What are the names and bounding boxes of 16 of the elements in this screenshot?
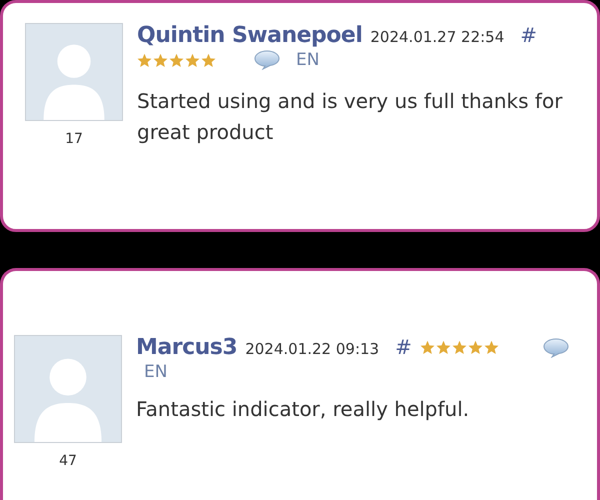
- review-count: 17: [65, 131, 83, 147]
- avatar-icon: [25, 23, 123, 121]
- author-name[interactable]: Quintin Swanepoel: [137, 23, 362, 48]
- permalink[interactable]: #: [395, 335, 412, 359]
- speech-bubble-icon[interactable]: [254, 50, 280, 70]
- avatar-icon: [14, 335, 122, 443]
- review-text: Started using and is very us full thanks for great product: [137, 88, 564, 146]
- language-label[interactable]: EN: [296, 50, 320, 70]
- speech-bubble-icon[interactable]: [542, 338, 569, 358]
- review-date: 2024.01.27 22:54: [370, 28, 504, 46]
- permalink[interactable]: #: [520, 23, 538, 47]
- author-name[interactable]: Marcus3: [136, 335, 238, 360]
- language-label[interactable]: EN: [144, 362, 168, 382]
- review-count: 47: [59, 453, 77, 469]
- review-text: Fantastic indicator, really helpful.: [136, 396, 470, 423]
- review-date: 2024.01.22 09:13: [245, 340, 380, 358]
